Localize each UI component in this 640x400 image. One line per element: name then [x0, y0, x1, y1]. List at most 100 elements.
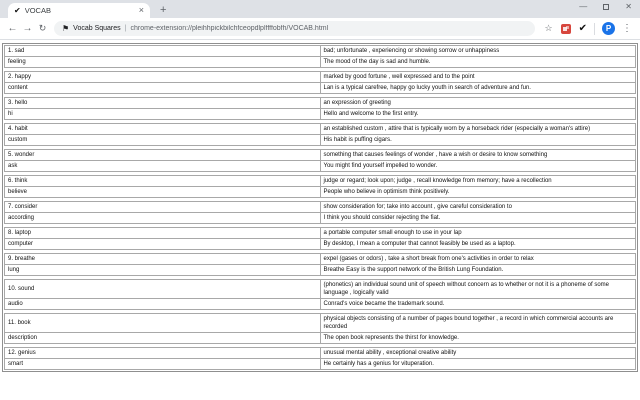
vocab-definition-cell: physical objects consisting of a number … [319, 313, 636, 333]
minimize-button[interactable]: — [579, 3, 587, 11]
vocab-word-cell: 6. think [4, 175, 321, 187]
bookmark-star-icon[interactable]: ☆ [545, 24, 553, 33]
table-row: 6. think judge or regard; look upon; judg… [4, 175, 636, 187]
vocab-synonym-cell: content [4, 82, 321, 94]
vocab-example-cell: Lan is a typical carefree, happy go luck… [319, 82, 636, 94]
table-row: 10. sound (phonetics) an individual sound… [4, 279, 636, 299]
vocab-example-cell: Conrad's voice became the trademark soun… [319, 298, 636, 310]
new-tab-button[interactable]: + [160, 5, 166, 16]
site-name: Vocab Squares [73, 25, 121, 32]
table-row: content Lan is a typical carefree, happy … [4, 82, 636, 94]
vocab-entry-table: 5. wonder something that causes feelings … [4, 149, 636, 172]
vocab-synonym-cell: custom [4, 134, 321, 146]
vocab-synonym-cell: computer [4, 238, 321, 250]
tab-favicon-check-icon: ✔ [14, 5, 21, 15]
vocab-synonym-cell: feeling [4, 56, 321, 68]
url-separator: | [124, 25, 127, 32]
forward-icon[interactable]: → [20, 23, 35, 34]
vocab-example-cell: His habit is puffing cigars. [319, 134, 636, 146]
vocab-example-cell: Breathe Easy is the support network of t… [319, 264, 636, 276]
vocab-definition-cell: marked by good fortune , well expressed … [319, 71, 636, 83]
vocab-entry-table: 4. habit an established custom , attire t… [4, 123, 636, 146]
vocab-definition-cell: expel (gases or odors) , take a short br… [319, 253, 636, 265]
table-row: audio Conrad's voice became the trademark… [4, 298, 636, 310]
vocab-definition-cell: a portable computer small enough to use … [319, 227, 636, 239]
vocab-synonym-cell: according [4, 212, 321, 224]
vocab-synonym-cell: audio [4, 298, 321, 310]
table-row: 4. habit an established custom , attire t… [4, 123, 636, 135]
table-row: 7. consider show consideration for; take … [4, 201, 636, 213]
browser-tab[interactable]: ✔ VOCAB × [8, 3, 150, 18]
vocab-entry-table: 8. laptop a portable computer small enoug… [4, 227, 636, 250]
page-content: 1. sad bad; unfortunate , experiencing or… [0, 40, 640, 372]
vocab-word-cell: 9. breathe [4, 253, 321, 265]
table-row: feeling The mood of the day is sad and hu… [4, 56, 636, 68]
vocab-word-cell: 2. happy [4, 71, 321, 83]
table-row: according I think you should consider rej… [4, 212, 636, 224]
vocab-entry-table: 12. genius unusual mental ability , excep… [4, 347, 636, 370]
vocab-definition-cell: something that causes feelings of wonder… [319, 149, 636, 161]
vocab-definition-cell: an established custom , attire that is t… [319, 123, 636, 135]
vocab-definition-cell: unusual mental ability , exceptional cre… [319, 347, 636, 359]
address-bar[interactable]: ⚑ Vocab Squares | chrome-extension://ple… [54, 21, 535, 36]
table-row: smart He certainly has a genius for vitup… [4, 358, 636, 370]
check-extension-icon[interactable]: ✔ [579, 23, 587, 34]
tab-title: VOCAB [24, 6, 51, 15]
tab-bar: ✔ VOCAB × + — ✕ [0, 0, 640, 18]
vocab-synonym-cell: ask [4, 160, 321, 172]
extension-page-icon: ⚑ [62, 23, 70, 33]
table-row: description The open book represents the … [4, 332, 636, 344]
page-url: chrome-extension://pleihhpickbilchfceopd… [130, 25, 329, 32]
vocab-example-cell: The mood of the day is sad and humble. [319, 56, 636, 68]
browser-menu-icon[interactable]: ⋮ [622, 23, 632, 34]
toolbar-divider [594, 22, 595, 35]
table-row: 5. wonder something that causes feelings … [4, 149, 636, 161]
vocab-definition-cell: (phonetics) an individual sound unit of … [319, 279, 636, 299]
back-icon[interactable]: ← [5, 23, 20, 34]
table-row: ask You might find yourself impelled to w… [4, 160, 636, 172]
vocab-synonym-cell: description [4, 332, 321, 344]
vocab-example-cell: He certainly has a genius for vituperati… [319, 358, 636, 370]
vocab-synonym-cell: smart [4, 358, 321, 370]
table-row: 3. hello an expression of greeting [4, 97, 636, 109]
table-row: 1. sad bad; unfortunate , experiencing or… [4, 45, 636, 57]
vocab-definition-cell: show consideration for; take into accoun… [319, 201, 636, 213]
vocab-word-cell: 8. laptop [4, 227, 321, 239]
maximize-button[interactable] [603, 4, 610, 10]
vocab-list: 1. sad bad; unfortunate , experiencing or… [2, 43, 638, 372]
vocab-definition-cell: bad; unfortunate , experiencing or showi… [319, 45, 636, 57]
vocab-example-cell: You might find yourself impelled to wond… [319, 160, 636, 172]
tab-close-icon[interactable]: × [139, 6, 144, 15]
browser-toolbar: ← → ↻ ⚑ Vocab Squares | chrome-extension… [0, 18, 640, 40]
window-close-button[interactable]: ✕ [625, 3, 632, 11]
vocab-entry-table: 11. book physical objects consisting of a… [4, 313, 636, 344]
vocab-entry-table: 6. think judge or regard; look upon; judg… [4, 175, 636, 198]
vocab-entry-table: 1. sad bad; unfortunate , experiencing or… [4, 45, 636, 68]
profile-avatar[interactable]: P [602, 22, 615, 35]
vocab-example-cell: By desktop, I mean a computer that canno… [319, 238, 636, 250]
table-row: lung Breathe Easy is the support network … [4, 264, 636, 276]
reload-icon[interactable]: ↻ [35, 24, 50, 33]
vocab-entry-table: 2. happy marked by good fortune , well ex… [4, 71, 636, 94]
vocab-example-cell: I think you should consider rejecting th… [319, 212, 636, 224]
window-controls: — ✕ [579, 3, 632, 11]
vocab-definition-cell: judge or regard; look upon; judge , reca… [319, 175, 636, 187]
vocab-example-cell: The open book represents the thirst for … [319, 332, 636, 344]
table-row: believe People who believe in optimism th… [4, 186, 636, 198]
vocab-word-cell: 10. sound [4, 279, 321, 299]
vocab-word-cell: 12. genius [4, 347, 321, 359]
vocab-entry-table: 7. consider show consideration for; take … [4, 201, 636, 224]
table-row: 11. book physical objects consisting of a… [4, 313, 636, 333]
vocab-synonym-cell: believe [4, 186, 321, 198]
vocab-example-cell: Hello and welcome to the first entry. [319, 108, 636, 120]
vocab-word-cell: 3. hello [4, 97, 321, 109]
vocab-word-cell: 11. book [4, 313, 321, 333]
vocab-entry-table: 10. sound (phonetics) an individual sound… [4, 279, 636, 310]
table-row: hi Hello and welcome to the first entry. [4, 108, 636, 120]
vocab-word-cell: 1. sad [4, 45, 321, 57]
vocab-synonym-cell: lung [4, 264, 321, 276]
red-extension-icon[interactable] [560, 23, 571, 34]
table-row: computer By desktop, I mean a computer th… [4, 238, 636, 250]
vocab-synonym-cell: hi [4, 108, 321, 120]
vocab-word-cell: 7. consider [4, 201, 321, 213]
